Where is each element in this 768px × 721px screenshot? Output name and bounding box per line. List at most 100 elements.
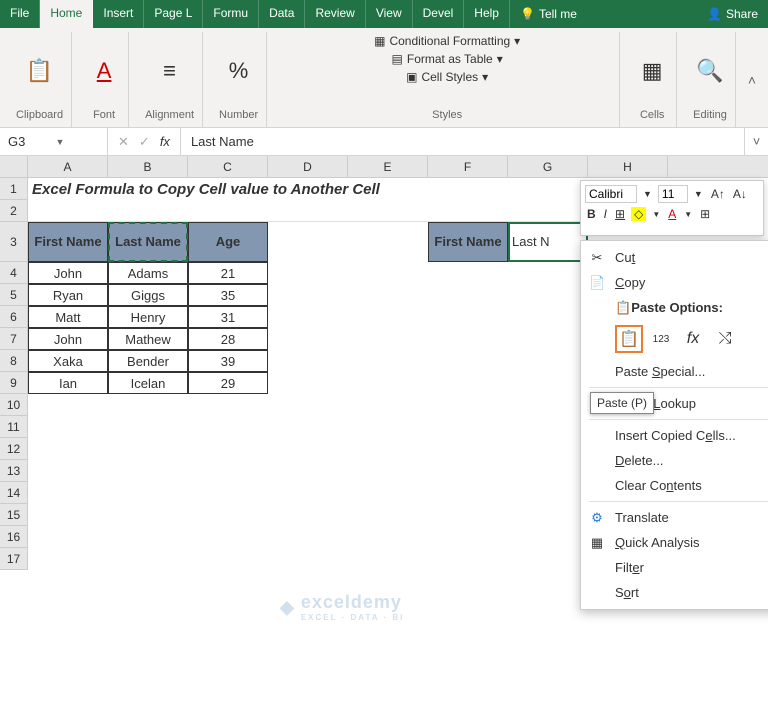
row-header[interactable]: 12 [0,438,28,460]
font-button[interactable]: A [88,55,120,87]
border-button[interactable]: ⊞ [698,207,712,221]
paste-option-transpose[interactable]: ⤭ [711,325,739,353]
row-header[interactable]: 13 [0,460,28,482]
tab-file[interactable]: File [0,0,40,28]
row-header[interactable]: 15 [0,504,28,526]
menu-copy[interactable]: 📄Copy [581,270,768,295]
tab-page-layout[interactable]: Page L [144,0,203,28]
collapse-ribbon-icon[interactable]: ˄ [744,72,760,88]
tab-review[interactable]: Review [305,0,365,28]
table-header[interactable]: Age [188,222,268,262]
share-button[interactable]: 👤Share [697,0,768,28]
table-cell[interactable]: Ryan [28,284,108,306]
menu-quick-analysis[interactable]: ▦Quick Analysis [581,530,768,555]
table-cell[interactable]: John [28,328,108,350]
menu-insert-copied[interactable]: Insert Copied Cells... [581,423,768,448]
row-header[interactable]: 7 [0,328,28,350]
alignment-button[interactable]: ≡ [154,55,186,87]
col-header-a[interactable]: A [28,156,108,177]
cancel-icon[interactable]: ✕ [118,134,129,150]
tab-data[interactable]: Data [259,0,305,28]
menu-delete[interactable]: Delete... [581,448,768,473]
col-header-b[interactable]: B [108,156,188,177]
table-cell[interactable]: Adams [108,262,188,284]
mini-size-select[interactable] [658,185,688,203]
tab-formulas[interactable]: Formu [203,0,259,28]
table-cell[interactable]: 21 [188,262,268,284]
name-box[interactable]: G3▼ [0,128,108,155]
table-cell[interactable]: 31 [188,306,268,328]
table-cell[interactable]: 28 [188,328,268,350]
table-cell[interactable]: John [28,262,108,284]
table-cell[interactable]: Icelan [108,372,188,394]
row-header[interactable]: 17 [0,548,28,570]
col-header-d[interactable]: D [268,156,348,177]
tab-home[interactable]: Home [40,0,93,28]
title-cell[interactable]: Excel Formula to Copy Cell value to Anot… [28,178,668,200]
selected-cell[interactable]: Last N [508,222,588,262]
paste-button[interactable]: 📋 [24,55,56,87]
row-header[interactable]: 9 [0,372,28,394]
row-header[interactable]: 11 [0,416,28,438]
menu-sort[interactable]: Sort [581,580,768,605]
table-cell[interactable]: Henry [108,306,188,328]
tab-help[interactable]: Help [464,0,510,28]
expand-formula-icon[interactable]: ˅ [744,128,768,155]
row-header[interactable]: 3 [0,222,28,262]
menu-filter[interactable]: Filter [581,555,768,580]
table-cell[interactable]: 39 [188,350,268,372]
row-header[interactable]: 1 [0,178,28,200]
table-cell[interactable]: Mathew [108,328,188,350]
enter-icon[interactable]: ✓ [139,134,150,150]
table-cell[interactable]: Giggs [108,284,188,306]
font-color-button[interactable]: A [666,207,678,221]
fx-icon[interactable]: fx [160,134,170,149]
paste-option-values[interactable]: 123 [647,325,675,353]
col-header-e[interactable]: E [348,156,428,177]
row-header[interactable]: 6 [0,306,28,328]
row-header[interactable]: 2 [0,200,28,222]
row-header[interactable]: 16 [0,526,28,548]
table-header[interactable]: First Name [28,222,108,262]
col-header-h[interactable]: H [588,156,668,177]
mini-font-select[interactable] [585,185,637,203]
menu-paste-special[interactable]: Paste Special... [581,359,768,384]
underline-button[interactable]: ⊞ [613,207,627,221]
tab-insert[interactable]: Insert [93,0,144,28]
italic-button[interactable]: I [602,207,609,221]
number-button[interactable]: % [223,55,255,87]
conditional-formatting[interactable]: ▦Conditional Formatting ▾ [374,34,520,48]
col-header-g[interactable]: G [508,156,588,177]
cell-styles[interactable]: ▣Cell Styles ▾ [406,70,488,84]
tab-view[interactable]: View [366,0,413,28]
paste-option-paste[interactable]: 📋 [615,325,643,353]
tell-me[interactable]: 💡Tell me [510,0,587,28]
tab-developer[interactable]: Devel [413,0,465,28]
editing-button[interactable]: 🔍 [694,55,726,87]
col-header-f[interactable]: F [428,156,508,177]
table-cell[interactable]: Ian [28,372,108,394]
table-cell[interactable]: 29 [188,372,268,394]
row-header[interactable]: 14 [0,482,28,504]
col-header-c[interactable]: C [188,156,268,177]
select-all[interactable] [0,156,28,177]
table-header-copied[interactable]: Last Name [108,222,188,262]
row-header[interactable]: 10 [0,394,28,416]
table-cell[interactable]: Xaka [28,350,108,372]
paste-option-formulas[interactable]: fx [679,325,707,353]
formula-input[interactable]: Last Name [181,128,744,155]
fill-color-button[interactable]: ◇ [631,207,646,221]
table-cell[interactable]: Bender [108,350,188,372]
cells-button[interactable]: ▦ [636,55,668,87]
grow-font-icon[interactable]: A↑ [709,187,727,201]
table-cell[interactable]: Matt [28,306,108,328]
row-header[interactable]: 5 [0,284,28,306]
menu-clear-contents[interactable]: Clear Contents [581,473,768,498]
format-as-table[interactable]: ▤Format as Table ▾ [392,52,503,66]
menu-cut[interactable]: ✂Cut [581,245,768,270]
table-cell[interactable]: 35 [188,284,268,306]
bold-button[interactable]: B [585,207,598,221]
menu-translate[interactable]: ⚙Translate [581,505,768,530]
row-header[interactable]: 4 [0,262,28,284]
dest-header[interactable]: First Name [428,222,508,262]
